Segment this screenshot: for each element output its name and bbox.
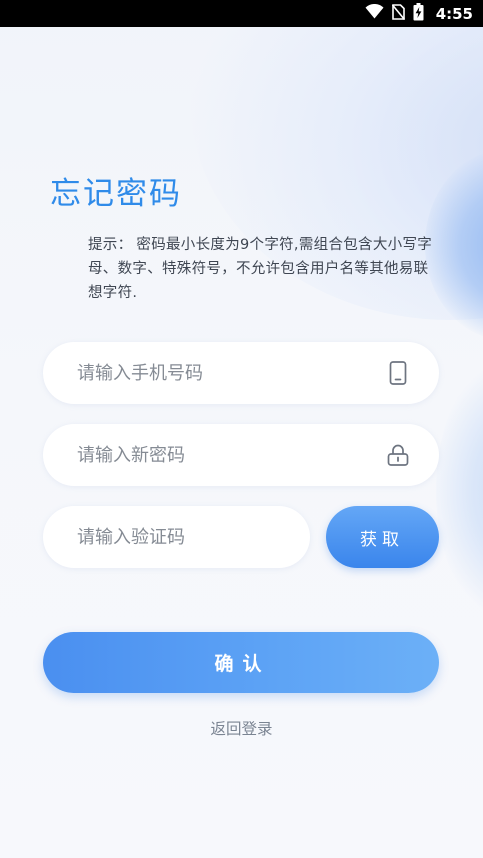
verification-code-input[interactable]: [75, 525, 304, 549]
no-sim-icon: [391, 3, 405, 24]
back-to-login-link[interactable]: 返回登录: [0, 717, 483, 739]
phone-field[interactable]: [43, 342, 439, 404]
wifi-icon: [365, 3, 384, 23]
hint-label: 提示：: [88, 237, 133, 253]
password-hint: 提示： 密码最小长度为9个字符,需组合包含大小写字母、数字、特殊符号，不允许包含用…: [88, 233, 438, 305]
status-bar: 4:55: [0, 0, 483, 27]
confirm-button[interactable]: 确认: [43, 632, 439, 693]
background-blob-bottom: [436, 360, 483, 620]
new-password-input[interactable]: [75, 443, 387, 467]
lock-icon: [387, 443, 409, 467]
hint-text: 密码最小长度为9个字符,需组合包含大小写字母、数字、特殊符号，不允许包含用户名等…: [88, 237, 433, 301]
phone-input[interactable]: [75, 361, 387, 385]
battery-charging-icon: [413, 2, 424, 25]
page-title: 忘记密码: [50, 176, 182, 212]
mobile-phone-icon: [387, 361, 409, 385]
new-password-field[interactable]: [43, 424, 439, 486]
get-code-button[interactable]: 获取: [326, 506, 439, 568]
clock: 4:55: [435, 4, 473, 23]
verification-code-field[interactable]: [43, 506, 310, 568]
